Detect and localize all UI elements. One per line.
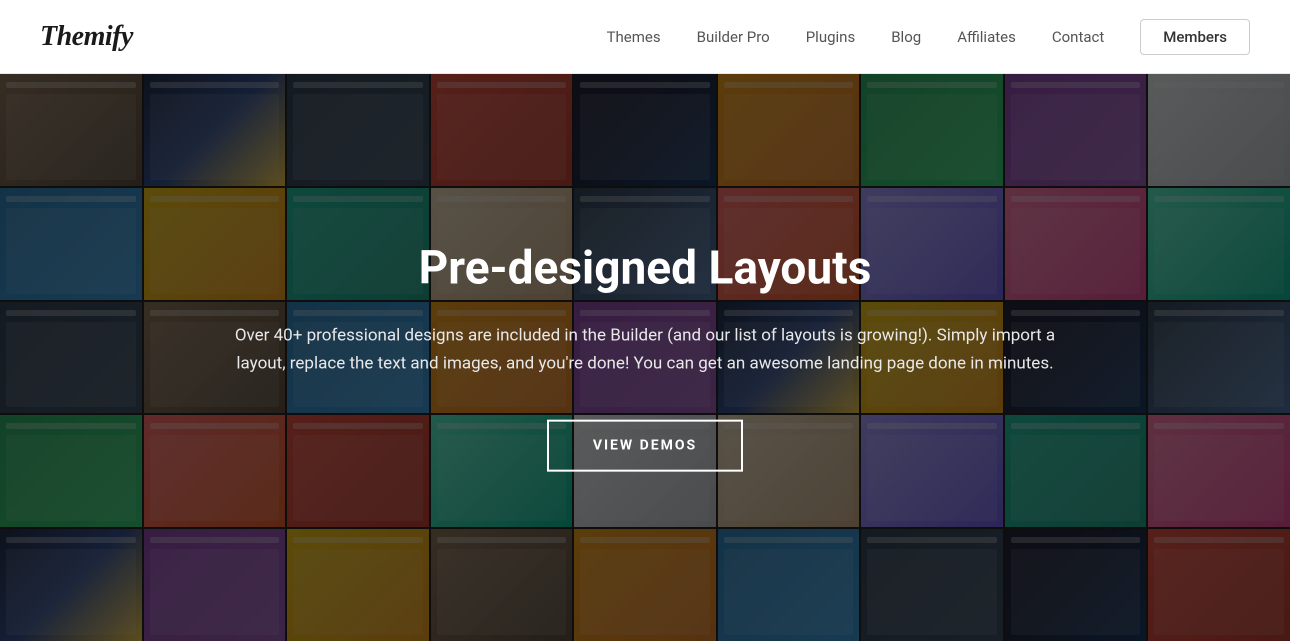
view-demos-button[interactable]: VIEW DEMOS xyxy=(547,420,743,472)
nav-builder-pro[interactable]: Builder Pro xyxy=(697,28,770,46)
nav-affiliates[interactable]: Affiliates xyxy=(957,28,1016,46)
members-button[interactable]: Members xyxy=(1140,19,1250,55)
nav-contact[interactable]: Contact xyxy=(1052,28,1104,46)
hero-description: Over 40+ professional designs are includ… xyxy=(220,322,1070,378)
hero-title: Pre-designed Layouts xyxy=(220,243,1070,294)
main-nav: Themes Builder Pro Plugins Blog Affiliat… xyxy=(607,19,1250,55)
nav-blog[interactable]: Blog xyxy=(891,28,921,46)
hero-section: Pre-designed Layouts Over 40+ profession… xyxy=(0,74,1290,641)
main-header: Themify Themes Builder Pro Plugins Blog … xyxy=(0,0,1290,74)
nav-themes[interactable]: Themes xyxy=(607,28,661,46)
nav-plugins[interactable]: Plugins xyxy=(806,28,855,46)
hero-content: Pre-designed Layouts Over 40+ profession… xyxy=(220,243,1070,472)
logo[interactable]: Themify xyxy=(40,21,133,53)
